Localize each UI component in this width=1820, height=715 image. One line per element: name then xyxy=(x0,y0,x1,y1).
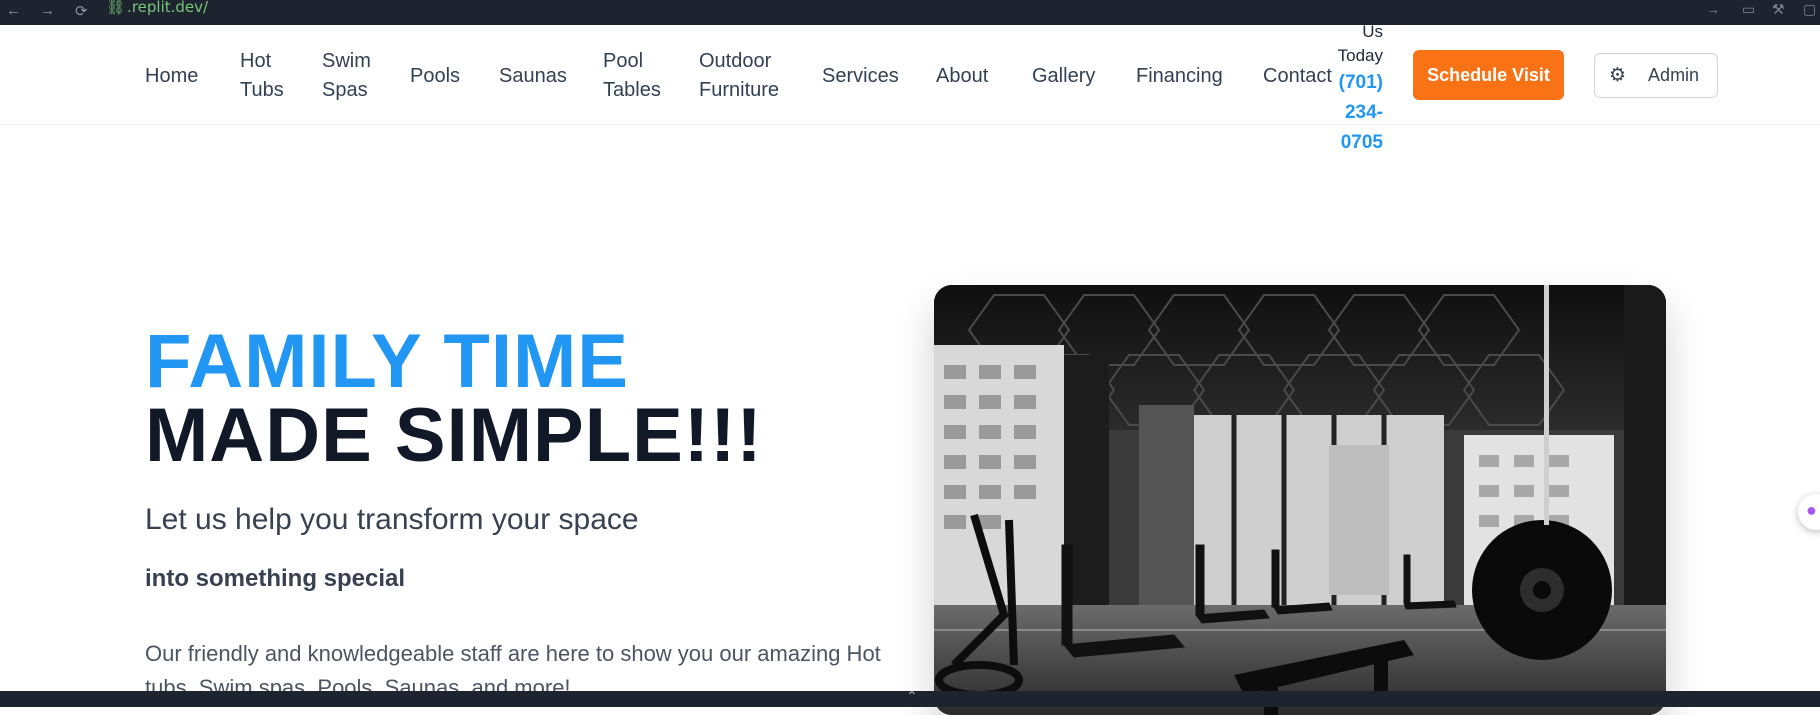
nav-link-gallery[interactable]: Gallery xyxy=(1032,62,1095,91)
nav-link-hot-tubs[interactable]: Hot Tubs xyxy=(240,47,284,105)
phone-text-line: 234- xyxy=(1344,102,1383,123)
nav-label-line: Pool xyxy=(603,50,644,72)
nav-label-line: Tables xyxy=(603,79,661,101)
site-header: Home Hot Tubs Swim Spas Pools Saunas Poo… xyxy=(0,22,1820,153)
nav-label-line: Spas xyxy=(322,79,368,101)
nav-label-line: Hot xyxy=(240,50,272,72)
hero-title-line-2: MADE SIMPLE!!! xyxy=(145,393,763,478)
devices-icon[interactable]: ▭ xyxy=(1742,1,1755,18)
hero-title-line-1: FAMILY TIME xyxy=(145,319,629,404)
gear-icon: ⚙ xyxy=(1609,65,1627,86)
admin-label: Admin xyxy=(1648,65,1700,85)
nav-label-line: Tubs xyxy=(240,79,284,101)
nav-link-saunas[interactable]: Saunas xyxy=(499,62,567,91)
url-text: .replit.dev/ xyxy=(127,0,209,16)
nav-link-swim-spas[interactable]: Swim Spas xyxy=(322,47,371,105)
nav-link-home[interactable]: Home xyxy=(145,62,198,91)
nav-link-pools[interactable]: Pools xyxy=(410,62,460,91)
window-icon[interactable]: ▢ xyxy=(1803,1,1816,18)
forward-icon[interactable]: → xyxy=(40,2,55,19)
browser-toolbar: ← → ⟳ ⛓ .replit.dev/ → ▭ ⚒ ▢ xyxy=(0,0,1820,25)
nav-label-line: Outdoor xyxy=(699,50,772,72)
hero-subtitle: Let us help you transform your space xyxy=(145,503,639,536)
nav-link-outdoor-furniture[interactable]: Outdoor Furniture xyxy=(699,47,779,105)
schedule-visit-button[interactable]: Schedule Visit xyxy=(1413,50,1564,100)
nav-link-services[interactable]: Services xyxy=(822,62,899,91)
call-text-line: Us xyxy=(1362,22,1383,41)
phone-text-line: (701) xyxy=(1338,72,1383,93)
call-text-line: Today xyxy=(1337,46,1383,65)
bottom-bar: ⌃ xyxy=(0,688,1820,707)
nav-link-financing[interactable]: Financing xyxy=(1136,62,1223,91)
link-icon: ⛓ xyxy=(106,0,126,16)
phone-text-line: 0705 xyxy=(1340,132,1383,153)
back-icon[interactable]: ← xyxy=(6,2,21,19)
admin-button[interactable]: ⚙ Admin xyxy=(1594,53,1718,98)
tools-icon[interactable]: ⚒ xyxy=(1772,1,1785,18)
reload-icon[interactable]: ⟳ xyxy=(75,2,88,20)
nav-link-pool-tables[interactable]: Pool Tables xyxy=(603,47,661,105)
arrow-icon[interactable]: → xyxy=(1706,1,1720,17)
nav-link-about[interactable]: About xyxy=(936,62,988,91)
phone-link[interactable]: (701) 234- 0705 xyxy=(1320,68,1383,158)
floating-widget-button[interactable]: ● xyxy=(1798,494,1820,530)
widget-icon: ● xyxy=(1806,500,1817,520)
hero-image xyxy=(934,285,1666,715)
nav-label-line: Swim xyxy=(322,50,371,72)
hero-subtitle-2: into something special xyxy=(145,565,406,592)
gym-photo xyxy=(934,285,1666,715)
address-bar[interactable]: ⛓ .replit.dev/ xyxy=(106,0,208,16)
nav-label-line: Furniture xyxy=(699,79,780,101)
chevron-up-icon[interactable]: ⌃ xyxy=(906,688,918,705)
call-us-today: Us Today (701) 234- 0705 xyxy=(1320,20,1383,158)
